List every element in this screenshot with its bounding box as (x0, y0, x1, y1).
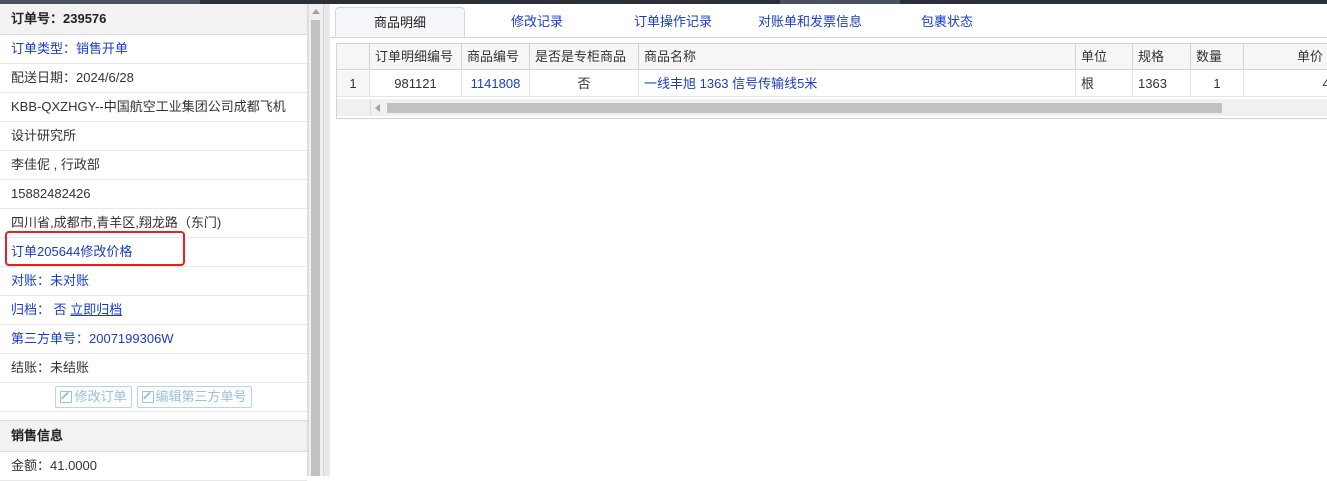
edit-icon (60, 391, 73, 403)
tab-package-status[interactable]: 包裹状态 (902, 7, 992, 37)
tab-modification-log[interactable]: 修改记录 (478, 7, 596, 37)
company-name-line2: 设计研究所 (0, 122, 307, 151)
detail-tabs: 商品明细 修改记录 订单操作记录 对账单和发票信息 包裹状态 (330, 4, 1327, 38)
delivery-date: 配送日期：2024/6/28 (0, 64, 307, 93)
archive-label: 归档： (11, 302, 51, 317)
reconcile-status: 对账：未对账 (0, 267, 307, 296)
column-header[interactable]: 商品编号 (462, 44, 530, 70)
row-number-header (337, 44, 370, 70)
order-type: 订单类型：销售开单 (0, 35, 307, 64)
tab-order-operation-log[interactable]: 订单操作记录 (618, 7, 728, 37)
sales-amount: 金额：41.0000 (0, 452, 307, 481)
left-panel-scrollbar[interactable] (308, 4, 323, 476)
sales-info-header: 销售信息 (0, 421, 307, 452)
quantity-cell: 1 (1191, 71, 1244, 97)
company-name-line1: KBB-QXZHGY--中国航空工业集团公司成都飞机 (0, 93, 307, 122)
panel-splitter[interactable] (323, 4, 330, 476)
detail-number-cell: 981121 (370, 71, 462, 97)
archive-now-link[interactable]: 立即归档 (70, 302, 122, 317)
order-detail-panel: 商品明细 修改记录 订单操作记录 对账单和发票信息 包裹状态 订单明细编号 商品… (330, 4, 1327, 476)
order-number-header: 订单号：239576 (0, 4, 307, 35)
edit-third-party-number-button[interactable]: 编辑第三方单号 (136, 386, 252, 408)
archive-value: 否 (53, 302, 67, 317)
product-name-link[interactable]: 一线丰旭 1363 信号传输线5米 (639, 71, 1076, 97)
column-header[interactable]: 单价 (1244, 44, 1327, 70)
red-highlight-box (5, 231, 185, 266)
third-party-order-number: 第三方单号：2007199306W (0, 325, 307, 354)
edit-order-label: 修改订单 (74, 389, 127, 404)
order-actions: 修改订单 编辑第三方单号 (0, 383, 307, 412)
column-header[interactable]: 商品名称 (639, 44, 1076, 70)
scroll-up-arrow-icon[interactable] (312, 9, 320, 14)
column-header[interactable]: 规格 (1133, 44, 1191, 70)
product-detail-grid: 订单明细编号 商品编号 是否是专柜商品 商品名称 单位 规格 数量 单价 1 9… (336, 43, 1327, 119)
scroll-left-arrow-icon[interactable] (375, 104, 380, 112)
column-header[interactable]: 数量 (1191, 44, 1244, 70)
column-header[interactable]: 单位 (1076, 44, 1133, 70)
edit-order-button[interactable]: 修改订单 (55, 386, 132, 408)
row-number: 1 (337, 71, 370, 97)
unit-price-cell: 41 (1244, 71, 1327, 97)
tab-statement-invoice[interactable]: 对账单和发票信息 (745, 7, 875, 37)
grid-horizontal-scrollbar[interactable] (337, 99, 1327, 116)
scrollbar-thumb[interactable] (311, 20, 320, 476)
contact-person: 李佳伲 , 行政部 (0, 151, 307, 180)
phone-number: 15882482426 (0, 180, 307, 209)
archive-status: 归档： 否 立即归档 (0, 296, 307, 325)
column-header[interactable]: 是否是专柜商品 (530, 44, 639, 70)
tab-product-details[interactable]: 商品明细 (335, 7, 465, 37)
edit-icon (141, 391, 154, 403)
edit-third-party-label: 编辑第三方单号 (155, 389, 247, 404)
column-header[interactable]: 订单明细编号 (370, 44, 462, 70)
horizontal-scrollbar-thumb[interactable] (387, 103, 1222, 113)
spec-cell: 1363 (1133, 71, 1191, 97)
product-number-link[interactable]: 1141808 (462, 71, 530, 97)
unit-cell: 根 (1076, 71, 1133, 97)
settlement-status: 结账：未结账 (0, 354, 307, 383)
counter-product-cell: 否 (530, 71, 639, 97)
